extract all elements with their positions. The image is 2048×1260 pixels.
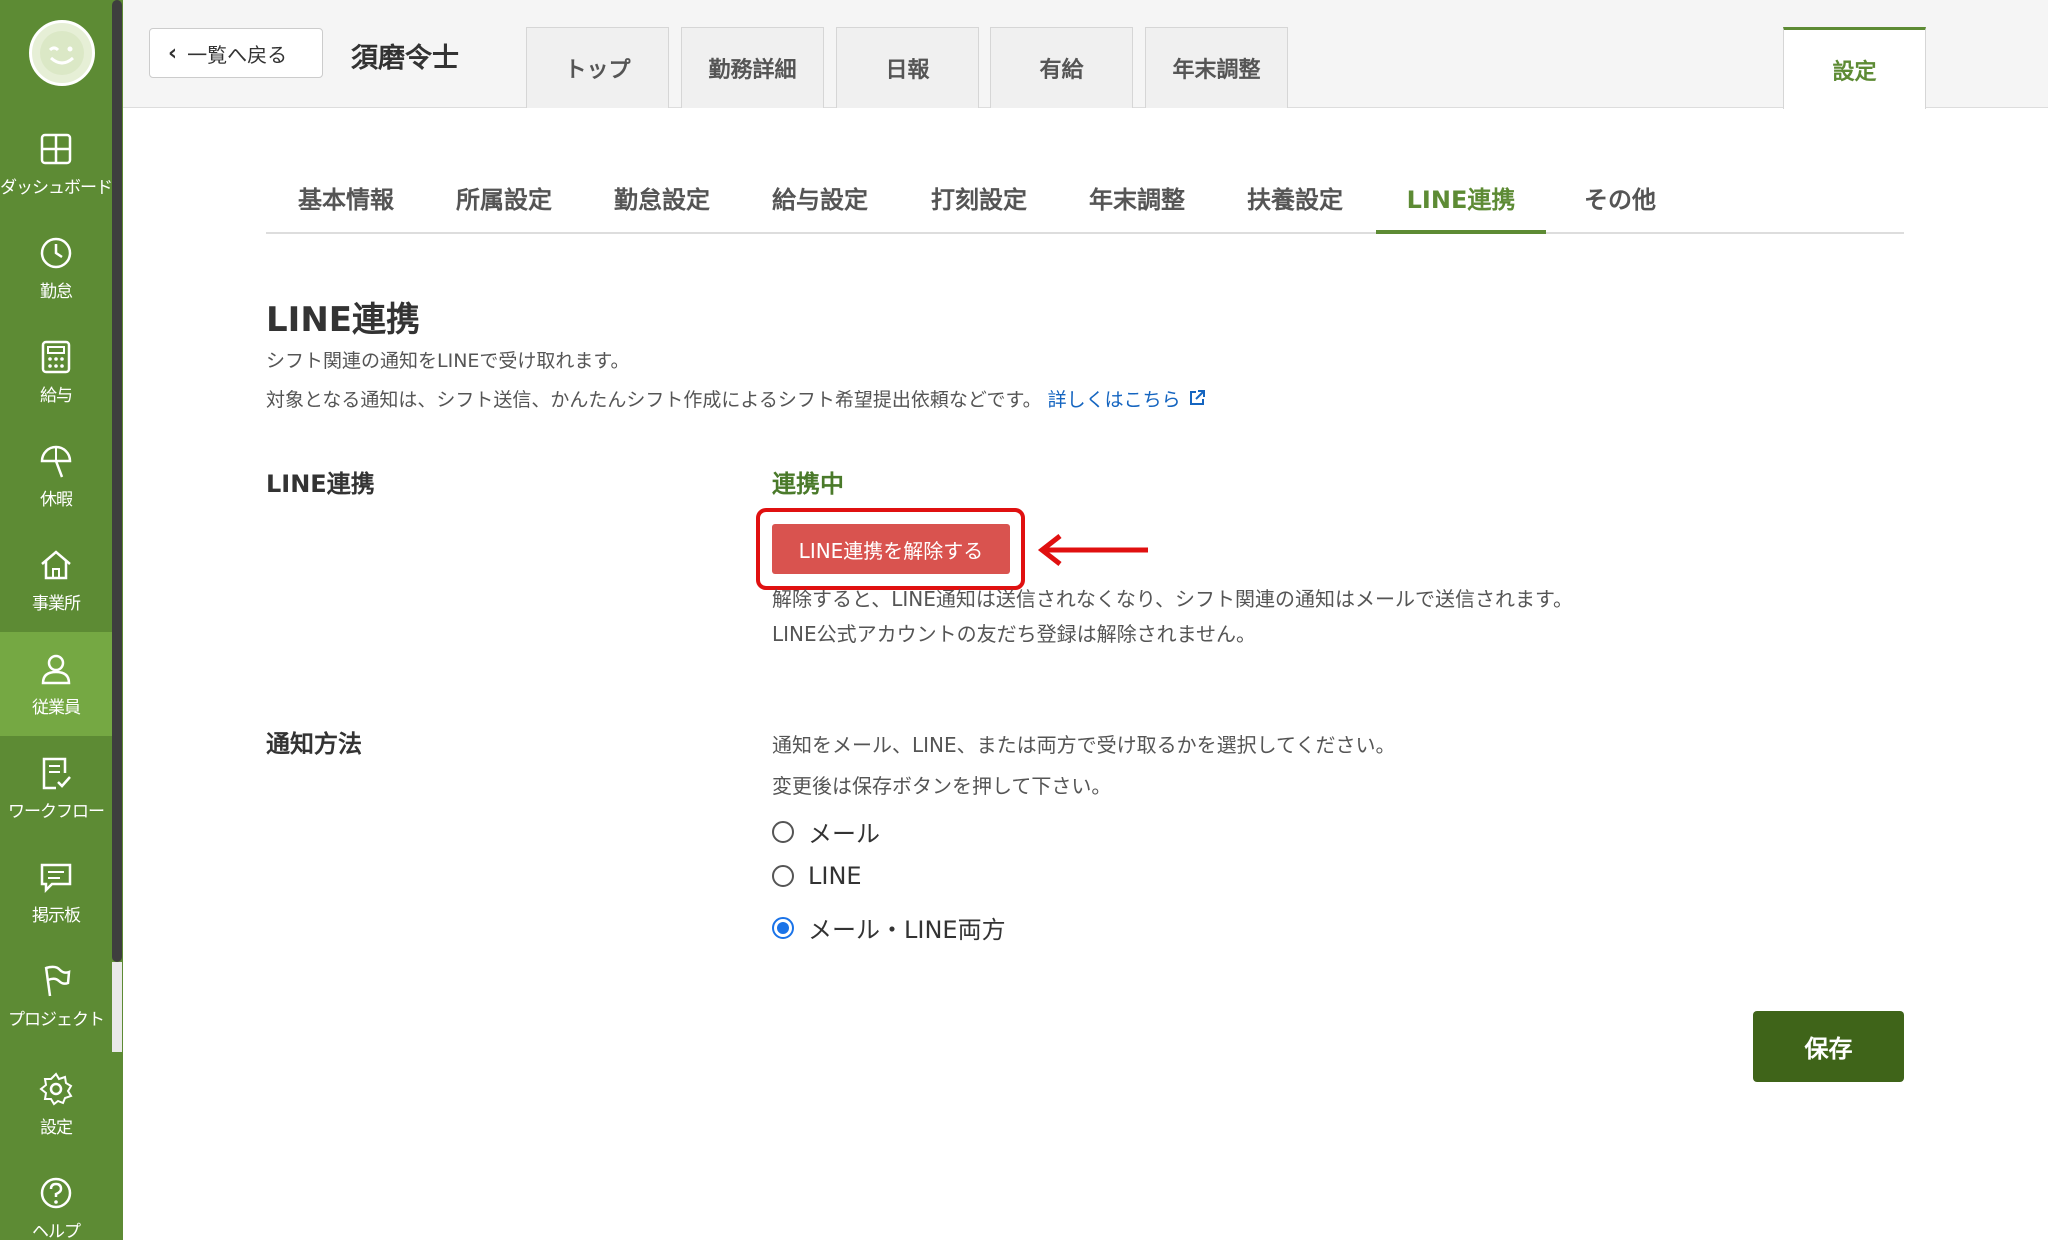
sidebar-item-label: 従業員 xyxy=(32,697,81,718)
details-link-label: 詳しくはこちら xyxy=(1047,389,1181,411)
dashboard-icon xyxy=(40,133,72,164)
sidebar-item-label: ヘルプ xyxy=(32,1221,81,1242)
back-to-list-button[interactable]: ‹ 一覧へ戻る xyxy=(149,28,323,78)
radio-button-checked[interactable] xyxy=(772,916,794,939)
radio-label: メール xyxy=(808,820,880,848)
back-button-label: 一覧へ戻る xyxy=(187,42,288,67)
sidebar-item-workflow[interactable]: ワークフロー xyxy=(0,736,112,840)
subtab-payroll[interactable]: 給与設定 xyxy=(770,168,870,234)
tab-paid-leave[interactable]: 有給 xyxy=(990,27,1133,108)
sidebar-item-label: 勤怠 xyxy=(40,281,73,302)
notify-desc-1: 通知をメール、LINE、または両方で受け取るかを選択してください。 xyxy=(772,733,1396,757)
tab-top[interactable]: トップ xyxy=(526,27,669,108)
subtab-clock[interactable]: 打刻設定 xyxy=(929,168,1029,234)
sidebar-item-employees[interactable]: 従業員 xyxy=(0,632,112,736)
settings-subtabs: 基本情報 所属設定 勤怠設定 給与設定 打刻設定 年末調整 扶養設定 LINE連… xyxy=(266,168,1904,234)
save-button[interactable]: 保存 xyxy=(1753,1011,1904,1082)
subtab-other[interactable]: その他 xyxy=(1570,168,1670,234)
checklist-icon xyxy=(42,757,71,789)
radio-button[interactable] xyxy=(772,865,794,887)
user-icon xyxy=(41,654,71,684)
subtab-basic-info[interactable]: 基本情報 xyxy=(296,168,396,234)
calculator-icon xyxy=(41,340,71,373)
sidebar-item-label: ダッシュボード xyxy=(0,177,113,198)
tab-daily-report[interactable]: 日報 xyxy=(836,27,979,108)
app-logo[interactable] xyxy=(29,20,95,86)
sidebar-item-attendance[interactable]: 勤怠 xyxy=(0,216,112,320)
subtab-affiliation[interactable]: 所属設定 xyxy=(454,168,554,234)
radio-button[interactable] xyxy=(772,820,794,843)
sidebar-item-label: 掲示板 xyxy=(32,905,81,926)
beach-umbrella-icon xyxy=(40,445,72,477)
sidebar-item-label: 事業所 xyxy=(32,593,81,614)
sidebar-scrollbar[interactable] xyxy=(112,0,122,962)
sidebar-item-label: 設定 xyxy=(40,1117,73,1138)
sidebar-item-label: 給与 xyxy=(40,385,73,406)
message-icon xyxy=(40,863,72,893)
subtab-attendance[interactable]: 勤怠設定 xyxy=(612,168,712,234)
sidebar: ダッシュボード 勤怠 給与 休暇 事業所 従業員 ワークフロー 掲示板 プロジェ… xyxy=(0,0,123,1242)
header: ‹ 一覧へ戻る 須磨令士 トップ 勤務詳細 日報 有給 年末調整 設定 xyxy=(123,0,2048,109)
tab-settings[interactable]: 設定 xyxy=(1783,27,1926,109)
sidebar-item-payroll[interactable]: 給与 xyxy=(0,320,112,424)
notify-desc-2: 変更後は保存ボタンを押して下さい。 xyxy=(772,774,1112,798)
line-status: 連携中 xyxy=(772,470,844,498)
chevron-left-icon: ‹ xyxy=(168,40,178,66)
tab-year-end-adjustment[interactable]: 年末調整 xyxy=(1145,27,1288,108)
left-arrow-annotation-icon xyxy=(1037,534,1148,566)
gear-icon xyxy=(39,1071,73,1105)
sidebar-item-settings[interactable]: 設定 xyxy=(0,1052,112,1156)
help-icon xyxy=(40,1177,72,1208)
radio-option-line[interactable]: LINE xyxy=(772,862,862,890)
tab-work-details[interactable]: 勤務詳細 xyxy=(681,27,824,108)
line-section-label: LINE連携 xyxy=(266,470,375,498)
employee-name: 須磨令士 xyxy=(351,43,459,74)
sidebar-item-dashboard[interactable]: ダッシュボード xyxy=(0,112,113,216)
radio-option-mail[interactable]: メール xyxy=(772,814,880,849)
radio-label: LINE xyxy=(808,862,862,890)
description-line-1: シフト関連の通知をLINEで受け取れます。 xyxy=(266,350,630,372)
radio-label: メール・LINE両方 xyxy=(808,916,1006,944)
sidebar-item-help[interactable]: ヘルプ xyxy=(0,1156,112,1260)
sidebar-item-leave[interactable]: 休暇 xyxy=(0,424,112,528)
details-link[interactable]: 詳しくはこちら xyxy=(1048,389,1207,411)
unlink-note-1: 解除すると、LINE通知は送信されなくなり、シフト関連の通知はメールで送信されま… xyxy=(772,587,1574,611)
flag-icon xyxy=(44,965,71,996)
sidebar-scroll-track xyxy=(112,962,122,1052)
subtab-dependents[interactable]: 扶養設定 xyxy=(1245,168,1345,234)
external-link-icon xyxy=(1189,390,1205,405)
clock-icon xyxy=(40,237,72,268)
sidebar-bottom: 設定 ヘルプ xyxy=(0,1052,123,1242)
highlight-box xyxy=(756,508,1025,590)
smiley-logo-icon xyxy=(40,31,84,75)
radio-option-both[interactable]: メール・LINE両方 xyxy=(772,910,1006,945)
home-icon xyxy=(41,549,71,579)
sidebar-item-label: ワークフロー xyxy=(8,801,105,822)
unlink-note-2: LINE公式アカウントの友だち登録は解除されません。 xyxy=(772,622,1257,646)
notify-section-label: 通知方法 xyxy=(266,730,362,758)
sidebar-item-label: プロジェクト xyxy=(8,1009,105,1030)
description-text: 対象となる通知は、シフト送信、かんたんシフト作成によるシフト希望提出依頼などです… xyxy=(266,389,1042,411)
sidebar-item-project[interactable]: プロジェクト xyxy=(0,944,112,1048)
subtab-year-end[interactable]: 年末調整 xyxy=(1087,168,1187,234)
subtab-line[interactable]: LINE連携 xyxy=(1376,168,1546,234)
sidebar-item-label: 休暇 xyxy=(40,489,73,510)
description-line-2: 対象となる通知は、シフト送信、かんたんシフト作成によるシフト希望提出依頼などです… xyxy=(266,385,1207,412)
sidebar-item-office[interactable]: 事業所 xyxy=(0,528,112,632)
sidebar-item-board[interactable]: 掲示板 xyxy=(0,840,112,944)
page-title: LINE連携 xyxy=(266,300,420,340)
